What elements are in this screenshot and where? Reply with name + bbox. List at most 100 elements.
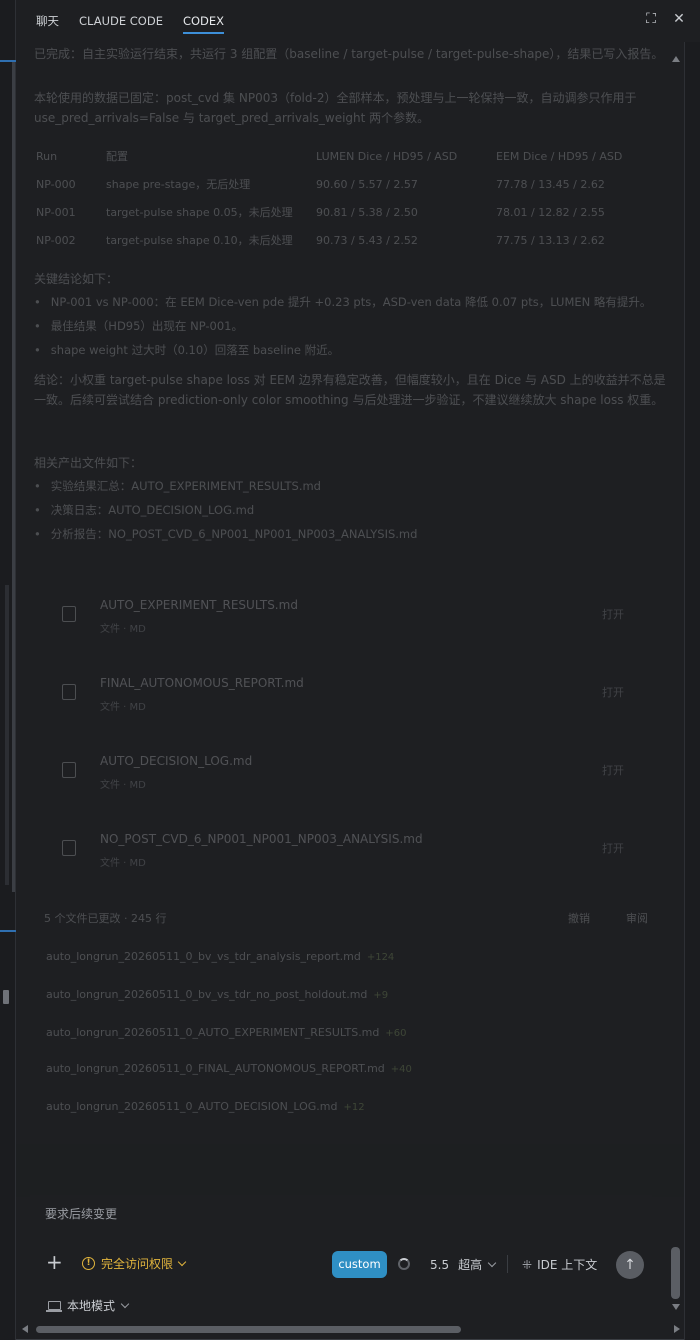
custom-mode-button[interactable]: custom [332,1251,387,1278]
table-header: Run 配置 LUMEN Dice / HD95 / ASD EEM Dice … [36,142,664,170]
changed-file-item[interactable]: auto_longrun_20260511_0_FINAL_AUTONOMOUS… [46,1062,636,1075]
summary-paragraph: 已完成：自主实验运行结束，共运行 3 组配置（baseline / target… [34,47,664,61]
open-file-button[interactable]: 打开 [602,762,624,778]
tab-bar: 聊天 CLAUDE CODE CODEX ⛶ ✕ [16,0,700,42]
table-row: NP-000 shape pre-stage，无后处理 90.60 / 5.57… [36,170,664,198]
file-meta: 文件 · MD [100,858,146,869]
ide-context-toggle[interactable]: ⁜ IDE 上下文 [522,1256,597,1273]
changed-file-item[interactable]: auto_longrun_20260511_0_AUTO_EXPERIMENT_… [46,1026,636,1039]
local-mode-label: 本地模式 [67,1299,116,1313]
file-card[interactable]: AUTO_EXPERIMENT_RESULTS.md 文件 · MD 打开 [44,582,644,652]
close-icon[interactable]: ✕ [672,12,686,26]
scroll-left-icon[interactable] [22,1325,28,1333]
changed-file-status: +40 [390,1064,412,1075]
table-cell: shape pre-stage，无后处理 [106,178,251,191]
file-icon [62,762,76,778]
file-card[interactable]: FINAL_AUTONOMOUS_REPORT.md 文件 · MD 打开 [44,660,644,730]
table-header-cell: 配置 [106,150,128,163]
loading-spinner-icon [398,1258,410,1270]
add-attachment-button[interactable]: + [46,1251,63,1273]
file-name: NO_POST_CVD_6_NP001_NP001_NP003_ANALYSIS… [100,832,423,846]
file-meta: 文件 · MD [100,780,146,791]
tab-chat[interactable]: 聊天 [36,0,59,42]
table-cell: NP-000 [36,177,76,191]
list-item: 决策日志：AUTO_DECISION_LOG.md [34,498,666,522]
local-mode-selector[interactable]: 本地模式 [46,1297,130,1314]
scroll-up-icon[interactable] [672,56,680,62]
edge-highlight-lower [0,930,16,932]
table-cell: 90.73 / 5.43 / 2.52 [316,233,418,247]
model-tier: 超高 [458,1258,483,1272]
file-icon [62,684,76,700]
changed-file-status: +12 [343,1102,365,1113]
changed-file-status: +124 [366,952,395,963]
changed-file-item[interactable]: auto_longrun_20260511_0_bv_vs_tdr_no_pos… [46,988,636,1001]
file-icon [62,606,76,622]
setup-paragraph: 本轮使用的数据已固定：post_cvd 集 NP003（fold-2）全部样本，… [34,91,637,125]
conversation-content: 已完成：自主实验运行结束，共运行 3 组配置（baseline / target… [16,42,684,1197]
laptop-icon [46,1301,62,1312]
table-cell: NP-002 [36,233,76,247]
file-card[interactable]: NO_POST_CVD_6_NP001_NP001_NP003_ANALYSIS… [44,816,644,886]
table-cell: 77.78 / 13.45 / 2.62 [496,177,605,191]
resize-grip[interactable] [3,990,9,1004]
changed-file-name: auto_longrun_20260511_0_FINAL_AUTONOMOUS… [46,1062,385,1075]
horizontal-scrollbar[interactable] [16,1322,684,1336]
expand-icon[interactable]: ⛶ [644,12,658,26]
table-cell: 90.81 / 5.38 / 2.50 [316,205,418,219]
changed-file-status: +9 [373,990,389,1001]
ide-context-label: IDE 上下文 [537,1258,598,1272]
warning-icon: ! [82,1257,95,1270]
list-item: 最佳结果（HD95）出现在 NP-001。 [34,314,666,338]
table-cell: 77.75 / 13.13 / 2.62 [496,233,605,247]
chevron-down-icon [120,1299,130,1308]
list-item: 分析报告：NO_POST_CVD_6_NP001_NP001_NP003_ANA… [34,522,666,546]
file-icon [62,840,76,856]
left-editor-edge [0,0,16,1340]
table-cell: NP-001 [36,205,76,219]
prompt-input[interactable]: 要求后续变更 [45,1205,117,1222]
table-cell: 78.01 / 12.82 / 2.55 [496,205,605,219]
table-cell: target-pulse shape 0.05，未后处理 [106,206,293,219]
chevron-down-icon [487,1258,497,1267]
results-heading: 关键结论如下： [34,271,119,286]
horizontal-scroll-thumb[interactable] [36,1326,461,1333]
file-meta: 文件 · MD [100,702,146,713]
table-header-cell: LUMEN Dice / HD95 / ASD [316,149,458,163]
scroll-down-icon[interactable] [672,1304,680,1310]
file-card[interactable]: AUTO_DECISION_LOG.md 文件 · MD 打开 [44,738,644,808]
file-name: AUTO_EXPERIMENT_RESULTS.md [100,598,298,612]
open-file-button[interactable]: 打开 [602,606,624,622]
chevron-down-icon [177,1257,187,1266]
changed-file-name: auto_longrun_20260511_0_AUTO_DECISION_LO… [46,1100,338,1113]
right-panel-edge [684,42,700,1340]
open-file-button[interactable]: 打开 [602,840,624,856]
vertical-scrollbar[interactable] [668,42,684,1320]
tab-codex[interactable]: CODEX [182,0,225,42]
changed-file-item[interactable]: auto_longrun_20260511_0_bv_vs_tdr_analys… [46,950,636,963]
open-file-button[interactable]: 打开 [602,684,624,700]
context-icon: ⁜ [522,1257,533,1272]
composer: 要求后续变更 + ! 完全访问权限 custom 5.5 超高 ⁜ IDE 上下… [30,1195,652,1295]
files-heading: 相关产出文件如下： [34,455,143,470]
scroll-thumb[interactable] [671,1247,680,1299]
changed-file-item[interactable]: auto_longrun_20260511_0_AUTO_DECISION_LO… [46,1100,636,1113]
list-item: 实验结果汇总：AUTO_EXPERIMENT_RESULTS.md [34,474,666,498]
changed-file-status: +60 [385,1028,407,1039]
review-button[interactable]: 审阅 [626,910,648,930]
composer-toolbar: + ! 完全访问权限 custom 5.5 超高 ⁜ IDE 上下文 ↑ [30,1247,652,1279]
list-item: shape weight 过大时（0.10）回落至 baseline 附近。 [34,338,666,362]
table-cell: target-pulse shape 0.10，未后处理 [106,234,293,247]
scroll-right-icon[interactable] [674,1325,680,1333]
send-button[interactable]: ↑ [616,1251,644,1279]
toolbar-divider [507,1255,508,1273]
model-selector[interactable]: 5.5 超高 [430,1256,497,1273]
table-cell: 90.60 / 5.57 / 2.57 [316,177,418,191]
edge-bar [12,62,15,892]
permission-dropdown[interactable]: ! 完全访问权限 [82,1255,187,1272]
tab-claude-code[interactable]: CLAUDE CODE [79,0,163,42]
undo-button[interactable]: 撤销 [568,910,590,930]
changed-file-name: auto_longrun_20260511_0_bv_vs_tdr_no_pos… [46,988,368,1001]
changes-header: 5 个文件已更改 · 245 行 撤销 审阅 [44,910,648,930]
changed-file-name: auto_longrun_20260511_0_bv_vs_tdr_analys… [46,950,361,963]
